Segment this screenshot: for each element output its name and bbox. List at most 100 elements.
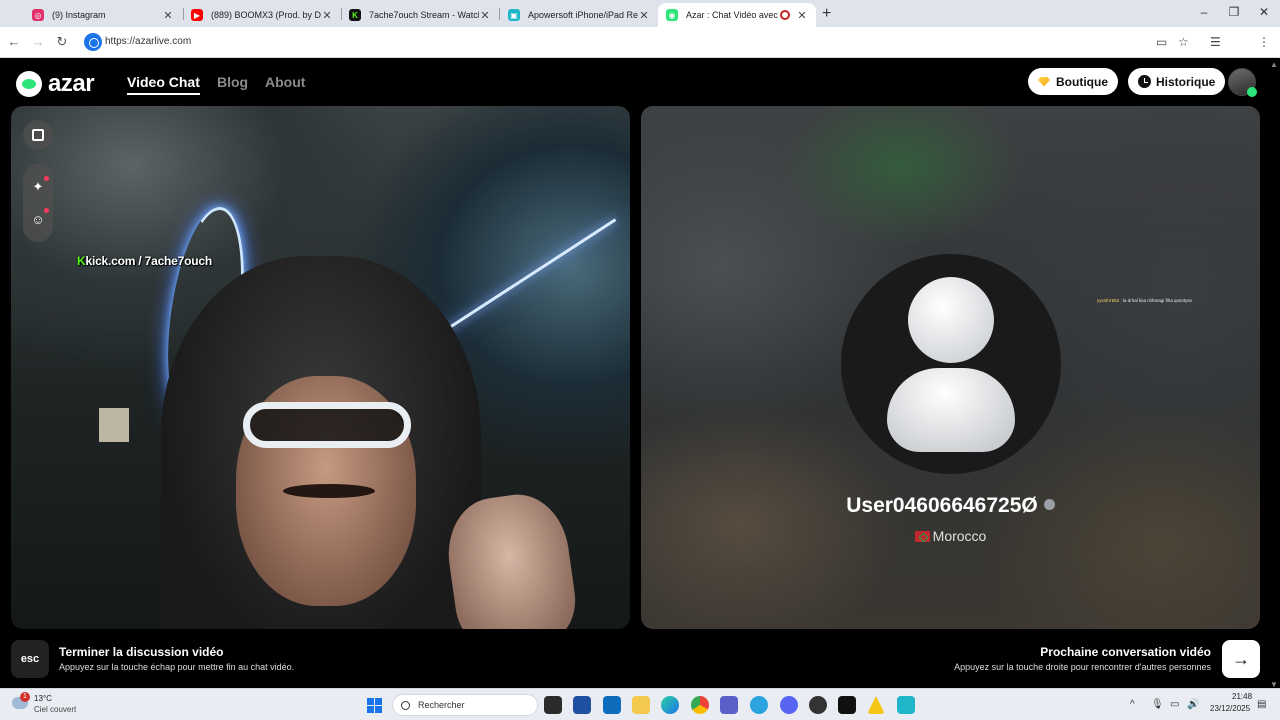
face-filter-icon: ☺	[31, 211, 45, 227]
tab-azar[interactable]: ◉ Azar : Chat Vidéo avec de r ✕	[658, 3, 816, 27]
wall-note	[99, 408, 129, 442]
weather-temperature[interactable]: 13°C	[34, 694, 52, 703]
tab-instagram[interactable]: ◎ (9) Instagram ✕	[24, 3, 182, 27]
site-info-icon[interactable]	[84, 33, 102, 51]
discord-app-icon[interactable]	[780, 696, 798, 714]
volume-icon[interactable]: 🔊	[1187, 699, 1199, 710]
reading-list-icon[interactable]: ☰	[1210, 35, 1221, 49]
teams-app-icon[interactable]	[720, 696, 738, 714]
warning-app-icon[interactable]	[867, 696, 885, 714]
instagram-icon: ◎	[32, 9, 44, 21]
effects-control-group: ✦ ☺	[23, 164, 53, 242]
nav-about[interactable]: About	[265, 74, 305, 90]
close-tab-icon[interactable]: ✕	[638, 9, 650, 22]
close-tab-icon[interactable]: ✕	[162, 9, 174, 22]
file-explorer-icon[interactable]	[632, 696, 650, 714]
mustache	[283, 484, 375, 498]
arrow-right-icon: →	[1232, 648, 1250, 669]
esc-end-button[interactable]: esc	[11, 640, 49, 678]
reload-icon[interactable]: ↻	[54, 34, 70, 50]
nav-video-chat[interactable]: Video Chat	[127, 74, 200, 95]
nav-blog[interactable]: Blog	[217, 74, 248, 90]
gem-icon	[1038, 76, 1050, 87]
default-avatar-head	[908, 277, 994, 363]
obs-app-icon[interactable]	[809, 696, 827, 714]
apowersoft-app-icon[interactable]	[897, 696, 915, 714]
kick-app-icon[interactable]	[838, 696, 856, 714]
store-app-icon[interactable]	[573, 696, 591, 714]
notification-dot	[44, 208, 49, 213]
youtube-icon: ▶	[191, 9, 203, 21]
azar-logo[interactable]: azar	[16, 70, 95, 98]
tab-title: Azar : Chat Vidéo avec de r	[686, 10, 780, 20]
clock-icon	[1138, 75, 1151, 88]
historique-label: Historique	[1156, 74, 1216, 89]
maximize-icon[interactable]: ❐	[1227, 5, 1241, 19]
default-avatar-body	[887, 368, 1015, 452]
search-placeholder: Rechercher	[418, 700, 465, 710]
minimize-icon[interactable]: –	[1197, 5, 1211, 19]
close-tab-icon[interactable]: ✕	[796, 9, 808, 22]
tray-chevron-icon[interactable]: ^	[1130, 699, 1135, 710]
expand-icon	[32, 129, 44, 141]
task-view-icon[interactable]	[544, 696, 562, 714]
address-bar: ← → ↻ https://azarlive.com ▭ ☆ ☰ ⋮	[0, 27, 1280, 58]
apowersoft-icon: ▣	[508, 9, 520, 21]
hint-bar: esc Terminer la discussion vidéo Appuyez…	[0, 629, 1280, 688]
taskbar-search-box[interactable]: Rechercher	[392, 694, 538, 716]
tab-title: 7ache7ouch Stream - Watch Li	[369, 10, 479, 20]
next-chat-subtitle: Appuyez sur la touche droite pour rencon…	[954, 662, 1211, 672]
close-tab-icon[interactable]: ✕	[479, 9, 491, 22]
boutique-label: Boutique	[1056, 74, 1108, 89]
close-window-icon[interactable]: ✕	[1257, 5, 1271, 19]
chat-overlay-message: yyssfrrr552 : la drhal lina chhmagi flha…	[1097, 298, 1192, 303]
weather-description[interactable]: Ciel couvert	[34, 705, 76, 714]
notification-dot	[44, 176, 49, 181]
chrome-browser-icon[interactable]	[691, 696, 709, 714]
windows-start-icon[interactable]	[367, 698, 382, 713]
clock-date[interactable]: 23/12/2025	[1210, 704, 1250, 713]
kick-icon: K	[349, 9, 361, 21]
forward-icon[interactable]: →	[30, 34, 46, 50]
boutique-button[interactable]: Boutique	[1028, 68, 1118, 95]
tab-youtube[interactable]: ▶ (889) BOOMX3 (Prod. by Dawe ✕	[183, 3, 341, 27]
outlook-app-icon[interactable]	[603, 696, 621, 714]
next-chat-title: Prochaine conversation vidéo	[1040, 645, 1211, 659]
new-tab-icon[interactable]: +	[822, 5, 831, 23]
neon-strip	[430, 218, 617, 341]
profile-avatar[interactable]	[1228, 68, 1257, 97]
sparkle-icon: ✦	[32, 179, 44, 194]
url-field[interactable]: https://azarlive.com	[105, 36, 191, 47]
notifications-icon[interactable]: ▤	[1257, 699, 1266, 710]
end-chat-subtitle: Appuyez sur la touche échap pour mettre …	[59, 662, 295, 672]
search-icon	[401, 700, 410, 710]
mask-filter-button[interactable]: ☺	[23, 204, 53, 234]
clock-time[interactable]: 21:48	[1232, 692, 1252, 701]
back-icon[interactable]: ←	[6, 34, 22, 50]
tab-kick[interactable]: K 7ache7ouch Stream - Watch Li ✕	[341, 3, 499, 27]
sparkle-effects-button[interactable]: ✦	[23, 172, 53, 202]
close-tab-icon[interactable]: ✕	[321, 9, 333, 22]
verified-badge-icon	[1043, 499, 1055, 510]
azar-logo-icon	[16, 71, 42, 97]
microphone-icon[interactable]: 🎙	[1151, 699, 1164, 710]
next-conversation-button[interactable]: →	[1222, 640, 1260, 678]
network-icon[interactable]: ▭	[1170, 699, 1179, 710]
cast-icon[interactable]: ▭	[1156, 35, 1167, 49]
recording-icon	[780, 10, 790, 20]
telegram-app-icon[interactable]	[750, 696, 768, 714]
online-status-dot	[1247, 87, 1257, 97]
azar-icon: ◉	[666, 9, 678, 21]
fullscreen-toggle-button[interactable]	[23, 120, 53, 150]
browser-tab-strip: ◎ (9) Instagram ✕ ▶ (889) BOOMX3 (Prod. …	[0, 0, 1280, 27]
bookmark-star-icon[interactable]: ☆	[1178, 35, 1189, 49]
scroll-up-arrow-icon[interactable]: ▲	[1270, 60, 1278, 69]
tab-title: (889) BOOMX3 (Prod. by Dawe	[211, 10, 321, 20]
menu-icon[interactable]: ⋮	[1258, 35, 1270, 49]
stream-overlay-text: Kkick.com / 7ache7ouch	[77, 254, 212, 268]
partner-username: User04606646725Ø	[641, 494, 1260, 518]
my-video-panel: Kkick.com / 7ache7ouch ✦ ☺	[11, 106, 630, 629]
tab-apowersoft[interactable]: ▣ Apowersoft iPhone/iPad Recor ✕	[500, 3, 658, 27]
historique-button[interactable]: Historique	[1128, 68, 1226, 95]
edge-browser-icon[interactable]	[661, 696, 679, 714]
